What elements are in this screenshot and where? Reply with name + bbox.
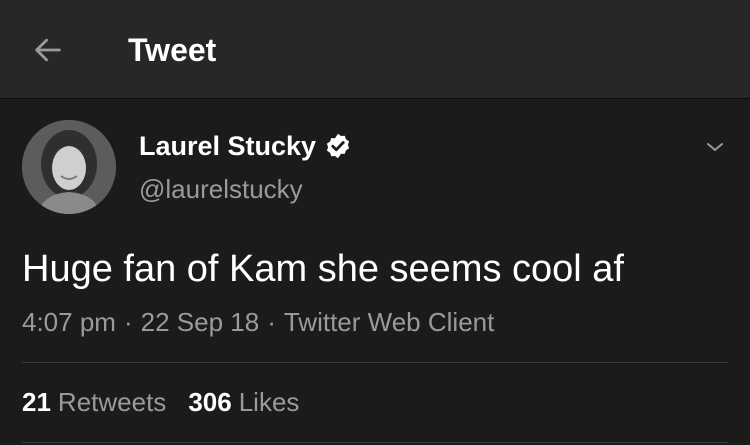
tweet-date: 22 Sep 18 bbox=[140, 307, 260, 337]
arrow-left-icon bbox=[35, 38, 61, 62]
meta-separator: · bbox=[123, 307, 133, 337]
tweet-time: 4:07 pm bbox=[22, 307, 116, 337]
likes-stat[interactable]: 306 Likes bbox=[188, 386, 299, 418]
likes-count: 306 bbox=[188, 387, 232, 417]
chevron-down-icon bbox=[707, 143, 723, 151]
back-button[interactable] bbox=[28, 30, 68, 70]
retweets-count: 21 bbox=[22, 387, 51, 417]
verified-badge-icon bbox=[326, 133, 350, 159]
retweets-stat[interactable]: 21 Retweets bbox=[22, 386, 166, 418]
retweets-label: Retweets bbox=[57, 387, 167, 417]
meta-separator: · bbox=[267, 307, 276, 337]
tweet-stats: 21 Retweets 306 Likes bbox=[22, 386, 299, 418]
avatar[interactable] bbox=[22, 120, 116, 214]
author-name-row: Laurel Stucky bbox=[139, 128, 352, 164]
divider bbox=[22, 362, 728, 363]
author-display-name[interactable]: Laurel Stucky bbox=[139, 131, 316, 162]
tweet-detail: Laurel Stucky @laurelstucky Huge fan of … bbox=[0, 100, 750, 445]
tweet-client[interactable]: Twitter Web Client bbox=[284, 306, 494, 338]
tweet-meta: 4:07 pm · 22 Sep 18 · Twitter Web Client bbox=[22, 306, 494, 338]
author-handle[interactable]: @laurelstucky bbox=[139, 174, 303, 205]
top-bar: Tweet bbox=[0, 0, 750, 99]
likes-label: Likes bbox=[238, 387, 300, 417]
page-title: Tweet bbox=[128, 32, 217, 68]
tweet-options-button[interactable] bbox=[700, 132, 730, 162]
tweet-text: Huge fan of Kam she seems cool af bbox=[22, 248, 624, 290]
divider bbox=[22, 442, 728, 443]
